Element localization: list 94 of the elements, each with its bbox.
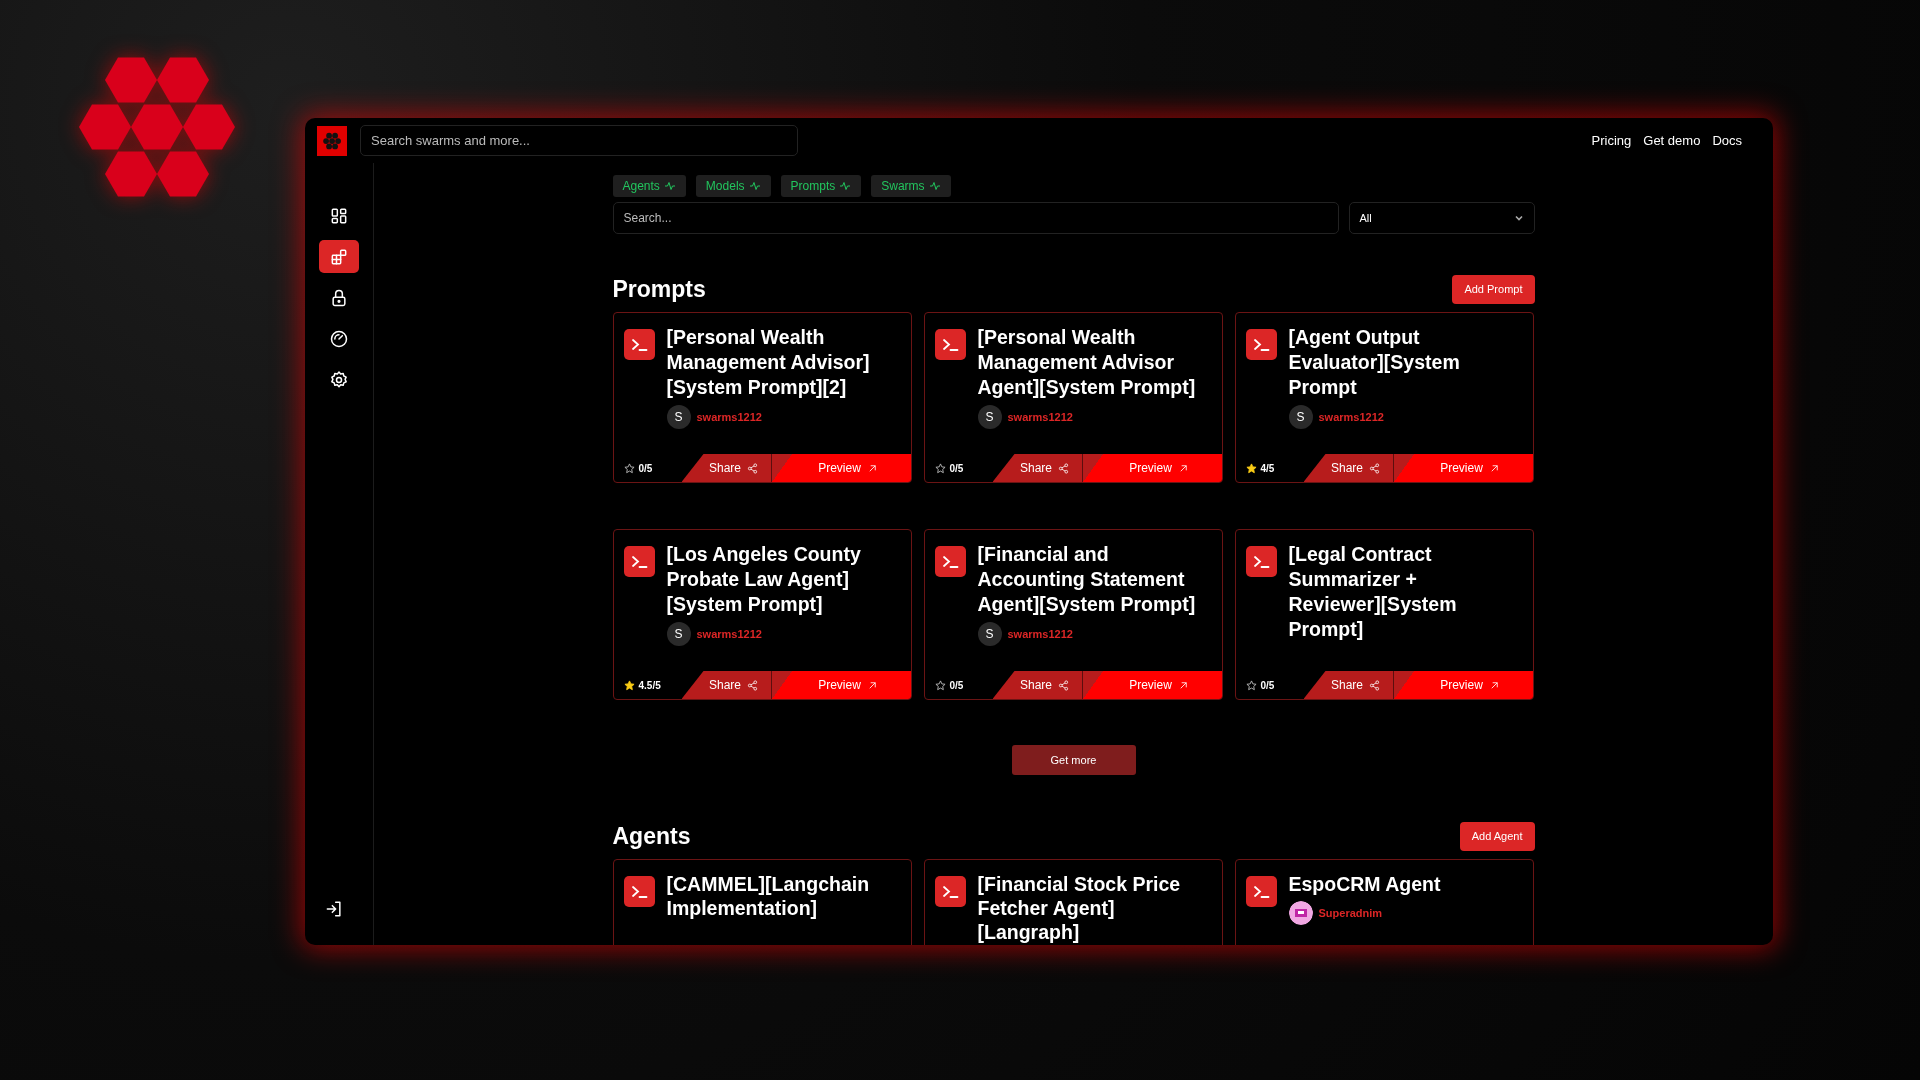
share-button[interactable]: Share <box>681 671 772 699</box>
terminal-icon <box>934 876 966 907</box>
author-avatar: S <box>977 405 1002 429</box>
nav-link[interactable]: Get demo <box>1643 133 1701 148</box>
filter-tag[interactable]: Prompts <box>780 175 862 197</box>
terminal-icon <box>934 329 966 360</box>
star-icon[interactable] <box>1245 462 1257 474</box>
activity-icon <box>928 180 941 192</box>
share-icon <box>1058 679 1069 691</box>
prompt-card[interactable]: [Personal Wealth Management Advisor Agent][System Prompt] S swarms1212 0/5 Share Preview <box>923 312 1223 483</box>
share-button[interactable]: Share <box>992 454 1083 482</box>
share-icon <box>1369 462 1380 474</box>
prompt-card[interactable]: [Legal Contract Summarizer + Reviewer][System Prompt] 0/5 Share Preview <box>1234 529 1534 700</box>
author-avatar: S <box>977 622 1002 646</box>
terminal-icon <box>623 546 655 577</box>
prompt-card[interactable]: [CAMMEL][Langchain Implementation] <box>612 859 912 945</box>
card-title: EspoCRM Agent <box>1288 872 1441 896</box>
nav-link[interactable]: Pricing <box>1591 133 1632 148</box>
terminal-icon <box>1245 876 1277 907</box>
terminal-icon <box>623 329 655 360</box>
gauge-icon <box>329 328 349 349</box>
terminal-icon <box>623 876 655 907</box>
author-link[interactable]: swarms1212 <box>696 411 762 423</box>
card-title: [Financial Stock Price Fetcher Agent][Langraph] <box>977 872 1182 944</box>
section-title: Prompts <box>612 275 706 303</box>
card-title: [CAMMEL][Langchain Implementation] <box>666 872 871 920</box>
avatar-icon <box>1288 901 1313 925</box>
preview-button[interactable]: Preview <box>771 454 911 482</box>
star-icon[interactable] <box>934 462 946 474</box>
star-icon[interactable] <box>934 679 946 691</box>
search-field[interactable]: Search... <box>612 202 1339 234</box>
card-title: [Los Angeles County Probate Law Agent][System Prompt] <box>666 542 862 617</box>
card-title: [Agent Output Evaluator][System Prompt <box>1288 325 1461 400</box>
rating-text: 0/5 <box>949 679 964 691</box>
terminal-icon <box>1245 546 1277 577</box>
prompt-card[interactable]: [Los Angeles County Probate Law Agent][System Prompt] S swarms1212 4.5/5 Share Preview <box>612 529 912 700</box>
add-button[interactable]: Add Prompt <box>1452 274 1535 304</box>
rating-text: 0/5 <box>1260 679 1275 691</box>
star-icon[interactable] <box>1245 679 1257 691</box>
filter-tag[interactable]: Agents <box>612 175 686 197</box>
lock-icon <box>329 287 349 308</box>
card-title: [Personal Wealth Management Advisor Agent][System Prompt] <box>977 325 1197 400</box>
author-avatar: S <box>666 622 691 646</box>
prompt-card[interactable]: [Agent Output Evaluator][System Prompt S swarms1212 4/5 Share Preview <box>1234 312 1534 483</box>
filter-tag[interactable]: Swarms <box>871 175 951 197</box>
author-avatar: S <box>666 405 691 429</box>
get-more-button[interactable]: Get more <box>1011 745 1136 775</box>
activity-icon <box>663 180 676 192</box>
author-link[interactable]: swarms1212 <box>696 628 762 640</box>
share-icon <box>747 462 758 474</box>
preview-button[interactable]: Preview <box>1393 671 1533 699</box>
share-icon <box>1058 462 1069 474</box>
add-button[interactable]: Add Agent <box>1459 821 1535 851</box>
star-icon[interactable] <box>623 462 635 474</box>
filter-tag[interactable]: Models <box>695 175 771 197</box>
prompt-card[interactable]: [Financial Stock Price Fetcher Agent][Langraph] <box>923 859 1223 945</box>
terminal-icon <box>934 546 966 577</box>
prompt-card[interactable]: EspoCRM Agent Superadnim <box>1234 859 1534 945</box>
author-link[interactable]: swarms1212 <box>1318 411 1384 423</box>
star-icon[interactable] <box>623 679 635 691</box>
chevron-icon <box>1513 213 1524 223</box>
rating-text: 4/5 <box>1260 462 1275 474</box>
author-avatar: S <box>1288 405 1313 429</box>
sidebar-button[interactable] <box>319 240 359 273</box>
activity-icon <box>839 180 852 192</box>
share-button[interactable]: Share <box>992 671 1083 699</box>
preview-button[interactable]: Preview <box>1082 671 1222 699</box>
preview-button[interactable]: Preview <box>1082 454 1222 482</box>
author-link[interactable]: Superadnim <box>1318 907 1383 919</box>
terminal-icon <box>1245 329 1277 360</box>
author-link[interactable]: swarms1212 <box>1007 628 1073 640</box>
preview-button[interactable]: Preview <box>771 671 911 699</box>
share-button[interactable]: Share <box>1303 454 1394 482</box>
prompt-card[interactable]: [Financial and Accounting Statement Agent][System Prompt] S swarms1212 0/5 Share Preview <box>923 529 1223 700</box>
share-button[interactable]: Share <box>1303 671 1394 699</box>
card-title: [Legal Contract Summarizer + Reviewer][System Prompt] <box>1288 542 1458 642</box>
section-title: Agents <box>612 822 691 850</box>
activity-icon <box>748 180 761 192</box>
rating-text: 0/5 <box>638 462 653 474</box>
share-icon <box>1369 679 1380 691</box>
card-title: [Financial and Accounting Statement Agent][System Prompt] <box>977 542 1197 617</box>
settings-icon <box>329 369 349 390</box>
nav-link[interactable]: Docs <box>1712 133 1742 148</box>
logo-icon[interactable] <box>317 125 347 156</box>
card-title: [Personal Wealth Management Advisor][System Prompt][2] <box>666 325 871 400</box>
search-field[interactable]: Search swarms and more... <box>360 125 798 156</box>
prompt-card[interactable]: [Personal Wealth Management Advisor][System Prompt][2] S swarms1212 0/5 Share Preview <box>612 312 912 483</box>
preview-button[interactable]: Preview <box>1393 454 1533 482</box>
rating-text: 0/5 <box>949 462 964 474</box>
category-select[interactable]: All <box>1348 202 1535 234</box>
share-icon <box>747 679 758 691</box>
rating-text: 4.5/5 <box>638 679 661 691</box>
author-link[interactable]: swarms1212 <box>1007 411 1073 423</box>
share-button[interactable]: Share <box>681 454 772 482</box>
